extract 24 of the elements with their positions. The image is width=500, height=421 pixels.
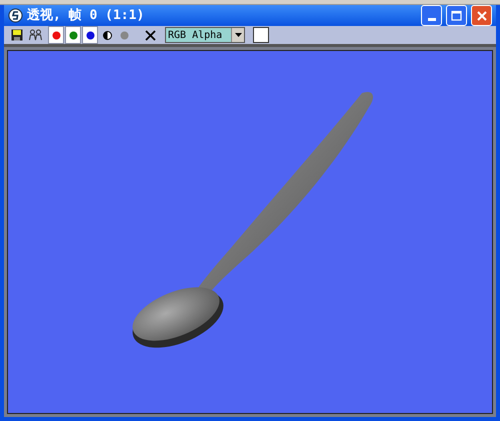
app-logo-icon (8, 8, 23, 23)
maximize-icon (451, 10, 462, 21)
dot-icon (68, 30, 78, 40)
dropdown-value: RGB Alpha (167, 28, 224, 42)
close-icon (476, 10, 486, 20)
half-circle-icon (102, 30, 112, 40)
maximize-button[interactable] (446, 5, 467, 26)
color-swatch[interactable] (253, 27, 269, 43)
channel-dropdown[interactable]: RGB Alpha (165, 27, 245, 43)
save-button[interactable] (10, 28, 24, 42)
minimize-icon (428, 18, 436, 21)
channel-toggle-button[interactable] (65, 26, 81, 44)
window-title: 透视, 帧 0 (1:1) (27, 6, 144, 25)
channel-toggle-button[interactable] (48, 26, 64, 44)
close-button[interactable] (471, 5, 492, 26)
caret-icon (234, 33, 242, 37)
dot-icon (86, 30, 94, 40)
dot-icon (120, 30, 128, 40)
dot-icon (52, 30, 60, 40)
clone-button[interactable] (28, 28, 42, 42)
channel-toggle-button[interactable] (82, 26, 98, 44)
close-icon (144, 30, 156, 40)
minimize-button[interactable] (421, 5, 442, 26)
people-icon (28, 29, 42, 41)
